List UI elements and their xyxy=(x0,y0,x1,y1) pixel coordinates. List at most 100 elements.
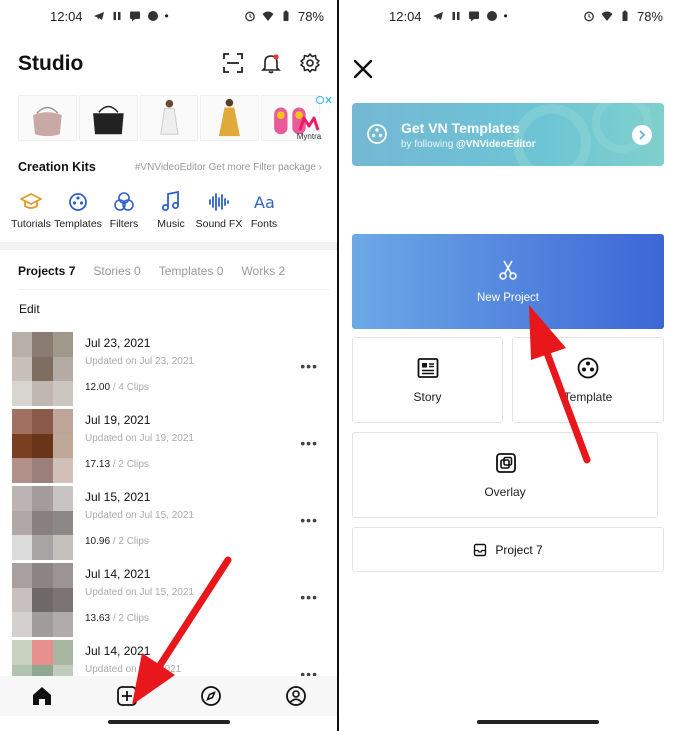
dot-icon: • xyxy=(503,9,508,23)
close-icon[interactable] xyxy=(351,57,375,81)
pause-icon xyxy=(452,12,460,20)
project-thumbnail xyxy=(12,640,73,676)
add-project-icon[interactable] xyxy=(114,683,140,709)
kit-fonts[interactable]: Aa Fonts xyxy=(242,190,286,230)
project-date: Jul 19, 2021 xyxy=(85,413,151,427)
project-item[interactable]: Jul 14, 2021 Updated on Jul 15, 2021 13.… xyxy=(12,563,332,637)
ad-product-handbag-black[interactable] xyxy=(78,95,138,141)
compass-icon[interactable] xyxy=(198,683,224,709)
music-note-icon xyxy=(162,190,179,211)
kit-label: Templates xyxy=(54,218,102,230)
studio-screen: 12:04 • 78% Studio Myntra Creation Kits … xyxy=(0,0,338,731)
template-button[interactable]: Template xyxy=(512,337,664,423)
kit-music[interactable]: Music xyxy=(146,190,196,230)
kit-tutorials[interactable]: Tutorials xyxy=(8,190,54,230)
project-thumbnail xyxy=(12,486,73,560)
project-item[interactable]: Jul 14, 2021 Updated on ...5, 2021 ••• xyxy=(12,640,332,676)
kit-label: Filters xyxy=(109,218,139,230)
creation-kits-more-link[interactable]: #VNVideoEditor Get more Filter package › xyxy=(135,162,322,173)
notification-icons: • xyxy=(432,9,508,23)
creation-kits-header: Creation Kits #VNVideoEditor Get more Fi… xyxy=(18,160,322,174)
alarm-icon xyxy=(245,11,255,22)
clip-count: / 4 Clips xyxy=(112,382,149,393)
whatsapp-icon xyxy=(147,11,158,21)
chevron-right-icon[interactable] xyxy=(632,125,652,145)
tab-projects[interactable]: Projects 7 xyxy=(18,264,75,278)
more-options-icon[interactable]: ••• xyxy=(300,666,318,676)
new-project-button[interactable]: New Project xyxy=(352,234,664,329)
kit-sound-fx[interactable]: Sound FX xyxy=(196,190,242,230)
project-date: Jul 15, 2021 xyxy=(85,490,151,504)
duration-value: 12.00 xyxy=(85,382,111,393)
project-updated: Updated on Jul 15, 2021 xyxy=(85,510,194,521)
template-label: Template xyxy=(563,390,613,404)
project-duration: 13.63 / 2 Clips xyxy=(85,613,149,624)
film-reel-icon xyxy=(367,124,387,144)
project-date: Jul 14, 2021 xyxy=(85,567,151,581)
status-bar: 12:04 • 78% xyxy=(0,0,338,32)
vn-templates-banner[interactable]: Get VN Templates by following @VNVideoEd… xyxy=(352,103,664,166)
kit-label: Tutorials xyxy=(11,218,51,230)
page-title: Studio xyxy=(18,52,84,75)
kit-filters[interactable]: Filters xyxy=(102,190,146,230)
wifi-icon xyxy=(262,11,274,21)
edit-button[interactable]: Edit xyxy=(19,302,40,316)
more-options-icon[interactable]: ••• xyxy=(300,512,318,528)
overlay-label: Overlay xyxy=(484,485,526,499)
tab-stories[interactable]: Stories 0 xyxy=(93,264,140,278)
battery-icon xyxy=(283,10,289,21)
kit-label: Music xyxy=(157,218,185,230)
banner-subtitle: by following @VNVideoEditor xyxy=(401,139,536,150)
more-options-icon[interactable]: ••• xyxy=(300,435,318,451)
project-updated: Updated on Jul 23, 2021 xyxy=(85,356,194,367)
draft-icon xyxy=(474,543,487,556)
whatsapp-icon xyxy=(486,11,497,21)
status-right: 78% xyxy=(583,9,663,24)
scan-icon[interactable] xyxy=(222,52,244,74)
project-date: Jul 14, 2021 xyxy=(85,644,151,658)
gear-icon[interactable] xyxy=(299,52,321,74)
more-options-icon[interactable]: ••• xyxy=(300,589,318,605)
bell-icon[interactable] xyxy=(260,52,282,74)
banner-title: Get VN Templates xyxy=(401,120,520,136)
message-icon xyxy=(468,11,479,22)
overlay-button[interactable]: Overlay xyxy=(352,432,658,518)
story-label: Story xyxy=(413,390,442,404)
new-project-label: New Project xyxy=(477,292,539,304)
project-duration: 10.96 / 2 Clips xyxy=(85,536,149,547)
filters-icon xyxy=(114,192,134,211)
myntra-logo[interactable]: Myntra xyxy=(286,95,332,141)
bottom-nav xyxy=(0,676,338,716)
ad-banner[interactable] xyxy=(18,95,320,141)
battery-icon xyxy=(622,10,628,21)
section-divider xyxy=(0,242,338,250)
project-item[interactable]: Jul 15, 2021 Updated on Jul 15, 2021 10.… xyxy=(12,486,332,560)
kit-label: Sound FX xyxy=(195,218,243,230)
telegram-icon xyxy=(93,12,104,20)
project-item[interactable]: Jul 19, 2021 Updated on Jul 19, 2021 17.… xyxy=(12,409,332,483)
film-reel-icon xyxy=(69,193,87,211)
banner-handle: @VNVideoEditor xyxy=(456,139,536,150)
project-duration: 17.13 / 2 Clips xyxy=(85,459,149,470)
battery-percent: 78% xyxy=(297,8,324,24)
duration-value: 17.13 xyxy=(85,459,111,470)
duration-value: 10.96 xyxy=(85,536,111,547)
more-options-icon[interactable]: ••• xyxy=(300,358,318,374)
draft-project-label: Project 7 xyxy=(495,542,543,557)
ad-product-dress-white[interactable] xyxy=(139,95,199,141)
clip-count: / 2 Clips xyxy=(112,459,149,470)
home-icon[interactable] xyxy=(29,683,55,709)
tab-templates[interactable]: Templates 0 xyxy=(159,264,224,278)
story-button[interactable]: Story xyxy=(352,337,503,423)
kit-templates[interactable]: Templates xyxy=(54,190,102,230)
ad-info-close-icon[interactable] xyxy=(316,95,332,105)
draft-project-button[interactable]: Project 7 xyxy=(352,527,664,572)
ad-product-handbag-pink[interactable] xyxy=(18,95,77,141)
profile-icon[interactable] xyxy=(283,683,309,709)
story-icon xyxy=(417,358,439,378)
tab-works[interactable]: Works 2 xyxy=(241,264,285,278)
ad-product-dress-yellow[interactable] xyxy=(200,95,260,141)
project-thumbnail xyxy=(12,563,73,637)
project-item[interactable]: Jul 23, 2021 Updated on Jul 23, 2021 12.… xyxy=(12,332,332,406)
kit-label: Fonts xyxy=(250,218,278,230)
